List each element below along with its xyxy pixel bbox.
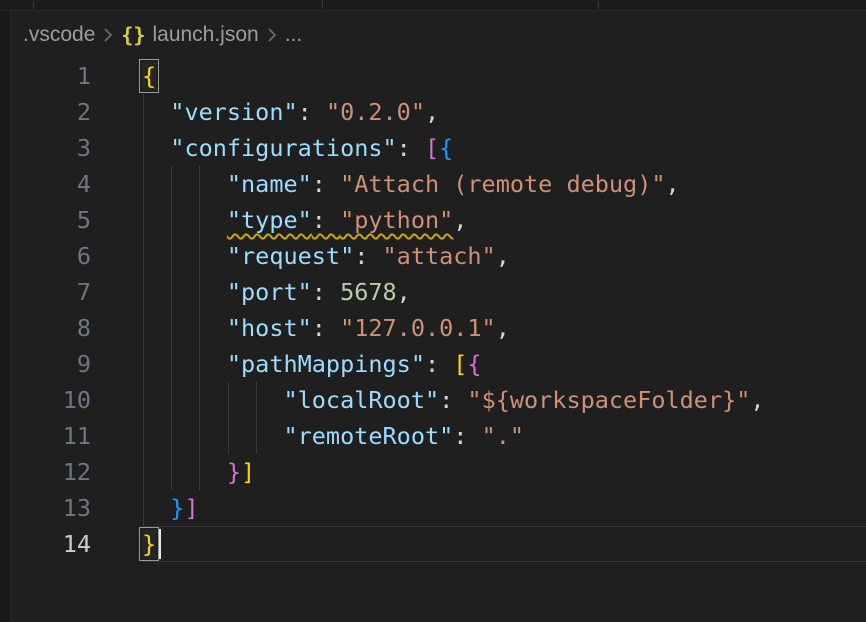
code-lines: 1{2 "version": "0.2.0",3 "configurations…	[12, 58, 866, 562]
code-text[interactable]: "name": "Attach (remote debug)",	[142, 166, 680, 202]
line-number[interactable]: 6	[12, 238, 91, 274]
line-number[interactable]: 1	[12, 58, 91, 94]
line-number[interactable]: 4	[12, 166, 91, 202]
tab-bar	[0, 0, 866, 11]
code-line[interactable]: 8 "host": "127.0.0.1",	[12, 310, 866, 346]
json-file-icon: {}	[121, 23, 145, 47]
editor: .vscode {} launch.json ... 1{2 "version"…	[12, 11, 866, 622]
code-line[interactable]: 11 "remoteRoot": "."	[12, 418, 866, 454]
line-number[interactable]: 8	[12, 310, 91, 346]
code-text[interactable]: "version": "0.2.0",	[142, 94, 439, 130]
code-line[interactable]: 10 "localRoot": "${workspaceFolder}",	[12, 382, 866, 418]
code-line[interactable]: 6 "request": "attach",	[12, 238, 866, 274]
breadcrumb: .vscode {} launch.json ...	[12, 11, 866, 58]
line-number[interactable]: 2	[12, 94, 91, 130]
code-text[interactable]: }]	[142, 454, 255, 490]
code-text[interactable]: "remoteRoot": "."	[142, 418, 524, 454]
text-cursor	[158, 529, 161, 559]
line-number[interactable]: 3	[12, 130, 91, 166]
window-edge-strip	[0, 11, 11, 622]
code-text[interactable]: }]	[142, 490, 199, 526]
code-text[interactable]: "host": "127.0.0.1",	[142, 310, 510, 346]
line-number[interactable]: 7	[12, 274, 91, 310]
line-number[interactable]: 14	[12, 526, 91, 562]
line-number[interactable]: 9	[12, 346, 91, 382]
code-text[interactable]: "configurations": [{	[142, 130, 453, 166]
code-text[interactable]: }	[142, 526, 161, 562]
breadcrumb-symbol-more[interactable]: ...	[285, 23, 303, 47]
line-number[interactable]: 13	[12, 490, 91, 526]
tab-separator	[598, 1, 599, 9]
line-number[interactable]: 5	[12, 202, 91, 238]
code-text[interactable]: "localRoot": "${workspaceFolder}",	[142, 382, 765, 418]
code-line[interactable]: 7 "port": 5678,	[12, 274, 866, 310]
code-area: 1{2 "version": "0.2.0",3 "configurations…	[12, 58, 866, 562]
code-line[interactable]: 2 "version": "0.2.0",	[12, 94, 866, 130]
code-line[interactable]: 12 }]	[12, 454, 866, 490]
code-line[interactable]: 5 "type": "python",	[12, 202, 866, 238]
code-line[interactable]: 9 "pathMappings": [{	[12, 346, 866, 382]
chevron-right-icon	[266, 25, 278, 45]
breadcrumb-file[interactable]: launch.json	[152, 23, 258, 47]
code-text[interactable]: "port": 5678,	[142, 274, 411, 310]
code-text[interactable]: "pathMappings": [{	[142, 346, 482, 382]
code-line[interactable]: 14}	[12, 526, 866, 562]
code-line[interactable]: 4 "name": "Attach (remote debug)",	[12, 166, 866, 202]
code-line[interactable]: 3 "configurations": [{	[12, 130, 866, 166]
code-text[interactable]: "type": "python",	[142, 202, 467, 238]
line-number[interactable]: 11	[12, 418, 91, 454]
tab-separator	[322, 1, 323, 9]
tab-separator	[33, 1, 34, 9]
code-line[interactable]: 13 }]	[12, 490, 866, 526]
breadcrumb-folder[interactable]: .vscode	[23, 23, 95, 47]
line-number[interactable]: 10	[12, 382, 91, 418]
chevron-right-icon	[102, 25, 114, 45]
line-number[interactable]: 12	[12, 454, 91, 490]
code-line[interactable]: 1{	[12, 58, 866, 94]
code-text[interactable]: "request": "attach",	[142, 238, 510, 274]
code-text[interactable]: {	[142, 58, 156, 94]
